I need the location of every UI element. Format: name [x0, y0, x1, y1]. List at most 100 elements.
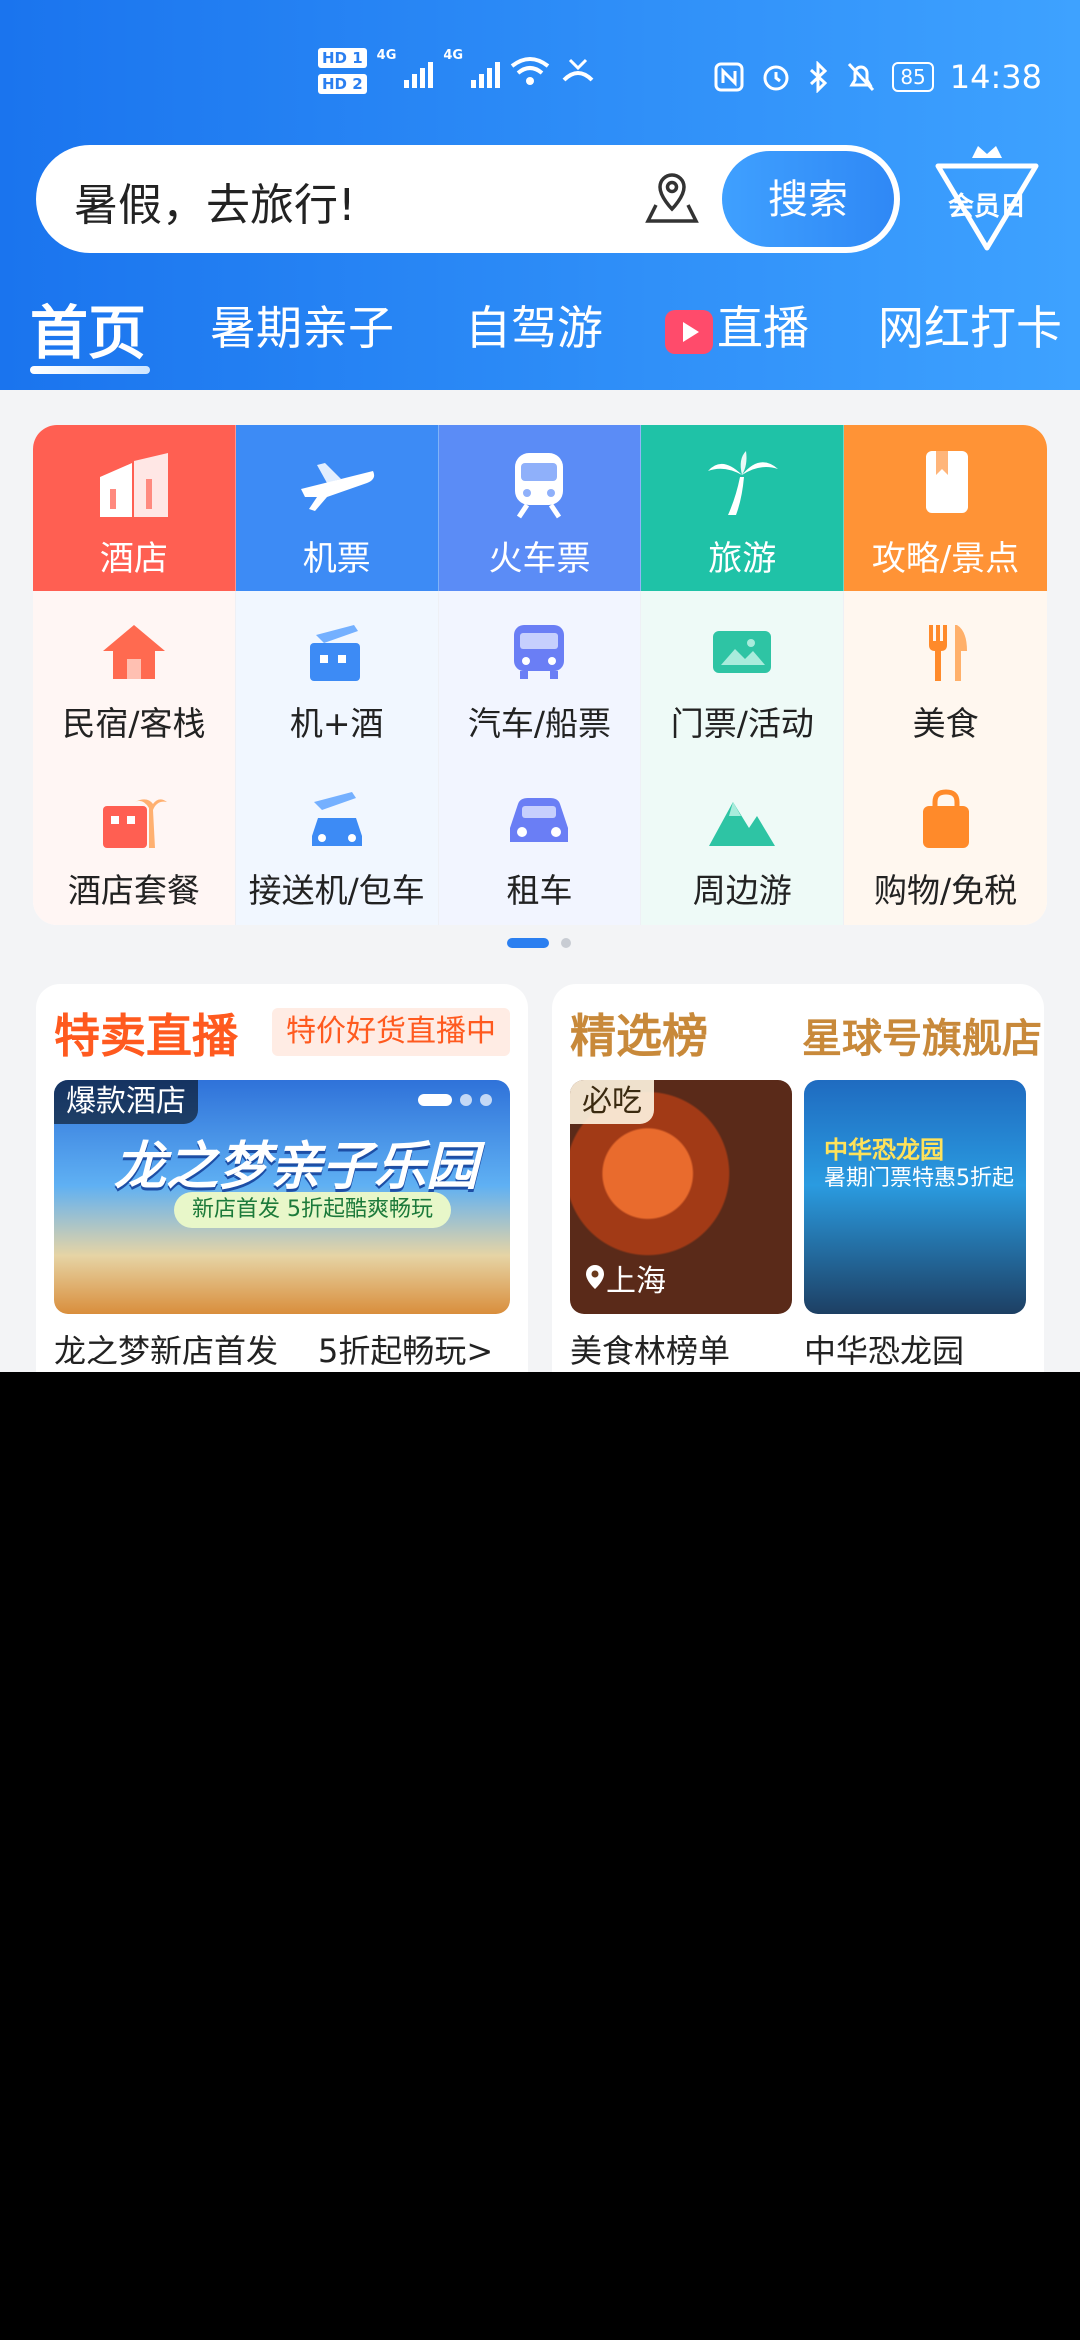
search-input[interactable]: 暑假，去旅行! [74, 169, 356, 233]
dinosaur-park-thumb[interactable]: 中华恐龙园 暑期门票特惠5折起 [804, 1080, 1026, 1314]
service-homestay[interactable]: 民宿/客栈 [33, 591, 236, 758]
service-bus-ship[interactable]: 汽车/船票 [438, 591, 642, 758]
hotel-package-icon [102, 799, 167, 848]
promo-banner[interactable]: 爆款酒店 龙之梦亲子乐园 新店首发 5折起酷爽畅玩 [54, 1080, 510, 1314]
live-now-badge[interactable]: 特价好货直播中 [272, 1008, 510, 1056]
main-services: 酒店 机票 火车票 旅游 攻略/景点 [33, 425, 1047, 591]
grid-page-indicator [0, 936, 1080, 950]
hotel-icon [99, 453, 168, 517]
service-flight[interactable]: 机票 [235, 425, 439, 591]
secondary-services-row2: 酒店套餐 接送机/包车 租车 周边游 购物/免税 [33, 758, 1047, 925]
mute-icon [848, 62, 875, 92]
plane-icon [300, 463, 374, 511]
signal-1-icon [404, 54, 434, 88]
service-shopping[interactable]: 购物/免税 [844, 758, 1047, 925]
page-dot-active [507, 938, 549, 948]
service-car-rental-label: 租车 [506, 871, 573, 910]
status-bar: HD 1 HD 2 4G 4G 85 14:38 [0, 40, 1080, 120]
tab-self-drive[interactable]: 自驾游 [465, 292, 603, 358]
battery-icon: 85 [892, 62, 934, 92]
service-hotel[interactable]: 酒店 [33, 425, 236, 591]
ticket-icon [713, 631, 772, 673]
wifi-icon [510, 57, 550, 85]
vip-day-badge[interactable]: 会员日 [930, 142, 1044, 256]
bluetooth-icon [810, 61, 828, 93]
bus-icon [514, 625, 565, 679]
food-ranking-caption: 美食林榜单 [570, 1332, 731, 1370]
service-travel-label: 旅游 [708, 539, 777, 579]
status-right: 85 14:38 [714, 58, 1042, 96]
category-tabs: 首页 暑期亲子 自驾游 直播 网红打卡 [0, 288, 1080, 378]
service-nearby[interactable]: 周边游 [641, 758, 845, 925]
palm-tree-icon [708, 451, 779, 515]
banner-subtitle: 新店首发 5折起酷爽畅玩 [174, 1192, 451, 1228]
location-map-icon[interactable] [642, 169, 702, 229]
service-flight-hotel-label: 机+酒 [289, 704, 384, 743]
search-bar[interactable]: 暑假，去旅行! 搜索 [36, 145, 900, 253]
hd-badges: HD 1 HD 2 [318, 48, 367, 94]
banner-indicator [418, 1094, 492, 1106]
must-eat-tag: 必吃 [570, 1080, 654, 1124]
food-ranking-thumb[interactable]: 必吃 上海 [570, 1080, 792, 1314]
service-guide[interactable]: 攻略/景点 [844, 425, 1047, 591]
service-train-label: 火车票 [488, 539, 591, 579]
food-icon [928, 625, 967, 681]
flash-sale-live-card[interactable]: 特卖直播 特价好货直播中 爆款酒店 龙之梦亲子乐园 新店首发 5折起酷爽畅玩 龙… [36, 984, 528, 1372]
service-car-rental[interactable]: 租车 [438, 758, 642, 925]
tab-home[interactable]: 首页 [30, 288, 146, 370]
location-text: 上海 [606, 1264, 666, 1299]
app-screen: HD 1 HD 2 4G 4G 85 14:38 暑假，去旅行! 搜索 会员日 … [0, 0, 1080, 1372]
location-label: 上海 [584, 1256, 666, 1300]
alarm-icon [763, 65, 789, 91]
missed-call-icon [562, 58, 594, 82]
network-type-2: 4G [443, 48, 464, 63]
tab-live[interactable]: 直播 [665, 292, 809, 358]
flagship-store-title: 星球号旗舰店 [802, 1016, 1042, 1062]
hd1-badge: HD 1 [318, 48, 367, 68]
dinosaur-park-offer: 暑期门票特惠5折起 [824, 1166, 1014, 1191]
banner-title: 龙之梦亲子乐园 [114, 1137, 479, 1197]
service-tickets[interactable]: 门票/活动 [641, 591, 845, 758]
promo-caption: 龙之梦新店首发 [54, 1332, 279, 1370]
service-bus-ship-label: 汽车/船票 [467, 704, 612, 743]
top-picks-card[interactable]: 精选榜 星球号旗舰店 必吃 上海 中华恐龙园 暑期门票特惠5折起 美食林榜单 中… [552, 984, 1044, 1372]
service-train[interactable]: 火车票 [438, 425, 642, 591]
service-flight-label: 机票 [302, 539, 371, 579]
service-travel[interactable]: 旅游 [641, 425, 845, 591]
live-tv-icon [665, 309, 713, 354]
tab-active-indicator [30, 366, 150, 374]
airport-transfer-icon [311, 792, 362, 846]
service-flight-hotel[interactable]: 机+酒 [235, 591, 439, 758]
signal-2-icon [471, 54, 501, 88]
service-airport-transfer-label: 接送机/包车 [248, 871, 425, 910]
tab-live-label: 直播 [717, 301, 809, 355]
guide-book-icon [925, 451, 968, 513]
house-icon [102, 625, 165, 679]
train-icon [515, 453, 564, 519]
service-hotel-label: 酒店 [99, 539, 168, 579]
car-rental-icon [510, 798, 569, 842]
banner-tag: 爆款酒店 [54, 1080, 198, 1124]
tab-summer-family[interactable]: 暑期亲子 [210, 292, 394, 358]
top-picks-title: 精选榜 [570, 1009, 708, 1063]
service-hotel-package[interactable]: 酒店套餐 [33, 758, 236, 925]
flight-hotel-icon [309, 625, 360, 681]
flash-sale-title: 特卖直播 [54, 1009, 238, 1063]
service-homestay-label: 民宿/客栈 [62, 704, 206, 743]
service-hotel-package-label: 酒店套餐 [67, 871, 200, 910]
location-pin-icon [586, 1265, 604, 1289]
dinosaur-park-caption: 中华恐龙园 [804, 1332, 965, 1370]
tab-influencer[interactable]: 网红打卡 [878, 292, 1062, 358]
secondary-services-row1: 民宿/客栈 机+酒 汽车/船票 门票/活动 美食 [33, 591, 1047, 758]
service-nearby-label: 周边游 [692, 871, 792, 910]
network-type-1: 4G [376, 48, 397, 63]
page-dot [561, 938, 571, 948]
service-airport-transfer[interactable]: 接送机/包车 [235, 758, 439, 925]
search-button[interactable]: 搜索 [722, 151, 894, 247]
service-food[interactable]: 美食 [844, 591, 1047, 758]
header: HD 1 HD 2 4G 4G 85 14:38 暑假，去旅行! 搜索 会员日 … [0, 0, 1080, 390]
promo-caption-link[interactable]: 5折起畅玩> [318, 1326, 493, 1372]
service-shopping-label: 购物/免税 [874, 871, 1018, 910]
vip-day-label: 会员日 [947, 192, 1026, 222]
shopping-bag-icon [922, 789, 969, 848]
